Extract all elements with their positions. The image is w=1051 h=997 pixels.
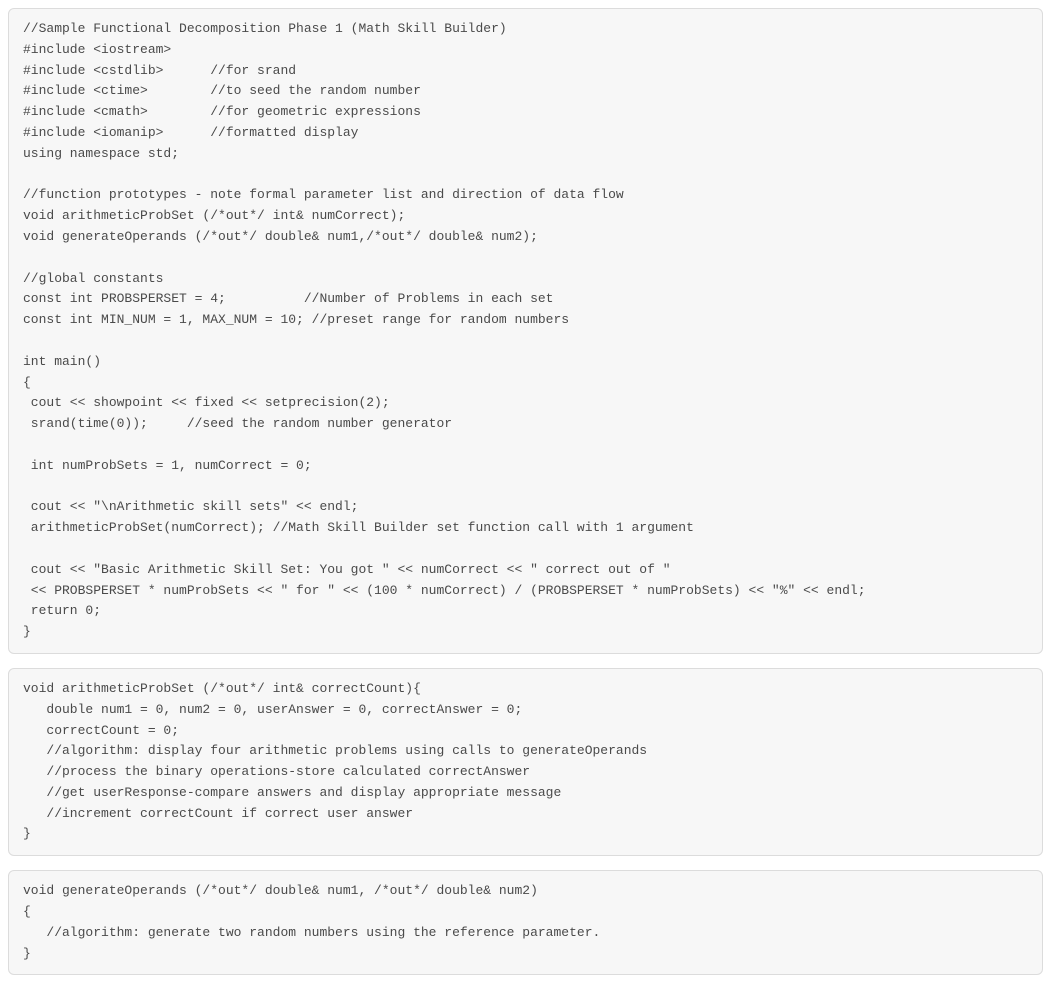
code-block-arithmetic: void arithmeticProbSet (/*out*/ int& cor… <box>8 668 1043 856</box>
code-block-generate: void generateOperands (/*out*/ double& n… <box>8 870 1043 975</box>
code-block-main: //Sample Functional Decomposition Phase … <box>8 8 1043 654</box>
